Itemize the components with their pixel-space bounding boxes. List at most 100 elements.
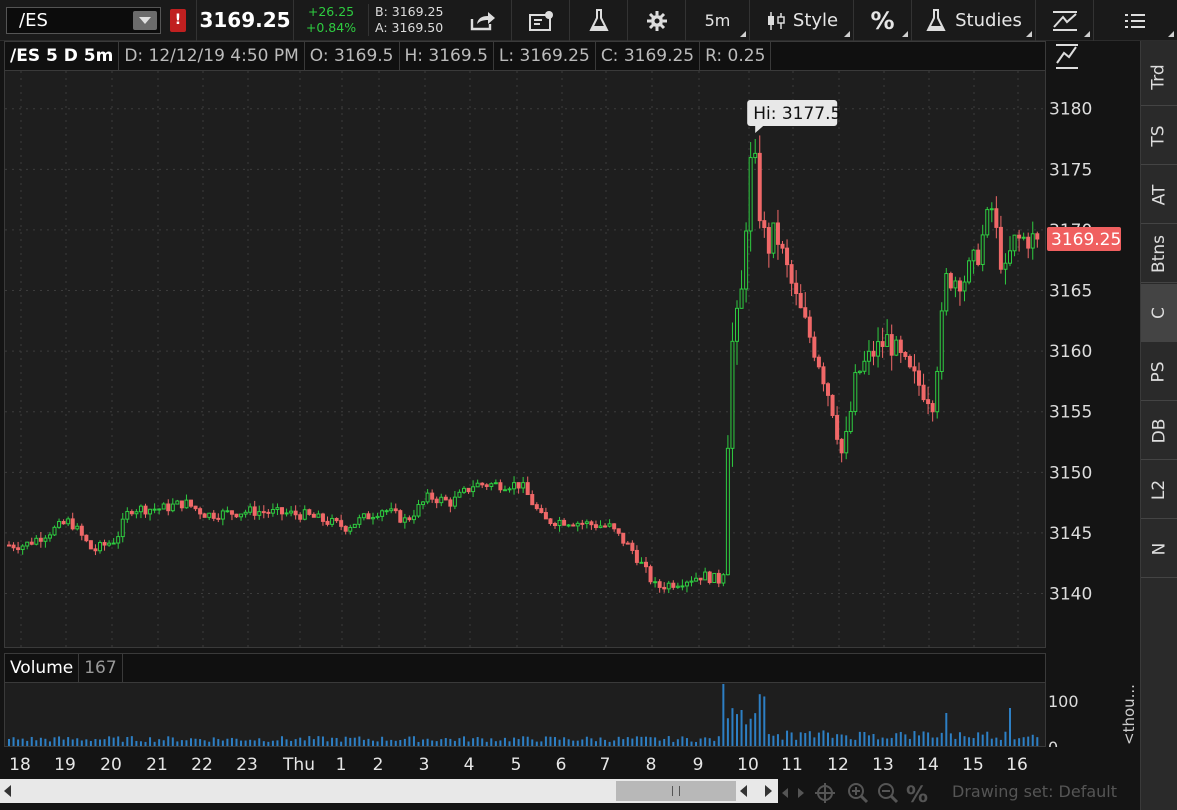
flask-icon <box>588 8 609 31</box>
symbol-value: /ES <box>19 10 48 31</box>
volume-bar <box>53 737 56 746</box>
alert-badge[interactable]: ! <box>170 9 186 32</box>
volume-bar <box>1036 737 1039 746</box>
volume-bar <box>431 740 434 746</box>
volume-bar <box>658 740 661 746</box>
studies-button[interactable]: Studies <box>912 0 1036 41</box>
right-panel-tab-ts[interactable]: TS <box>1141 107 1177 165</box>
volume-bar <box>71 739 74 746</box>
volume-bar <box>540 741 543 746</box>
drawings-button[interactable] <box>1036 0 1094 41</box>
volume-bar <box>221 740 224 746</box>
scroll-left-icon[interactable] <box>4 785 11 797</box>
chart-symbol[interactable]: /ES 5 D 5m <box>5 42 120 70</box>
candle <box>516 482 521 494</box>
volume-bar <box>717 736 720 746</box>
volume-bar <box>249 739 252 746</box>
price-axis[interactable]: 3140314531503155316031653170317531803169… <box>1046 71 1136 648</box>
zoom-in-icon[interactable] <box>848 783 869 804</box>
drawing-set-label[interactable]: Drawing set: Default <box>952 782 1117 801</box>
volume-bar <box>12 737 15 746</box>
volume-bar <box>849 739 852 746</box>
candle <box>580 519 585 530</box>
candle <box>912 354 917 384</box>
volume-bar <box>367 738 370 746</box>
volume-bar <box>203 740 206 746</box>
symbol-dropdown-button[interactable] <box>133 11 157 30</box>
volume-bar <box>558 739 561 746</box>
crosshair-icon[interactable] <box>815 783 835 803</box>
right-panel-tab-trd[interactable]: Trd <box>1141 48 1177 106</box>
volume-bar <box>58 736 61 746</box>
candle <box>398 509 403 524</box>
price-tick-label: 3165 <box>1049 282 1092 302</box>
volume-label[interactable]: Volume <box>5 654 80 682</box>
volume-bar <box>149 737 152 746</box>
percent-zoom-icon[interactable]: % <box>906 783 928 808</box>
percent-button[interactable]: % <box>854 0 912 41</box>
right-panel-tab-l2[interactable]: L2 <box>1141 461 1177 519</box>
strategy-flask-button[interactable] <box>570 0 628 41</box>
time-tick-label: 15 <box>962 755 984 775</box>
price-tick-label: 3140 <box>1049 585 1092 605</box>
right-panel-tab-ps[interactable]: PS <box>1141 343 1177 401</box>
time-tick-label: 7 <box>600 755 611 775</box>
quote-details-button[interactable] <box>512 0 570 41</box>
candle <box>880 327 885 358</box>
candle <box>471 480 476 498</box>
candle <box>434 496 439 509</box>
timeframe-button[interactable]: 5m <box>686 0 750 41</box>
volume-bar <box>795 739 798 746</box>
scroll-back-icon[interactable] <box>740 785 747 797</box>
style-button[interactable]: Style <box>750 0 854 41</box>
right-panel-tab-btns[interactable]: Btns <box>1141 225 1177 283</box>
volume-bar <box>490 738 493 746</box>
volume-bar <box>299 737 302 746</box>
chart-drawing-toggle-icon[interactable] <box>1054 43 1080 71</box>
volume-bar <box>804 733 807 746</box>
share-button[interactable] <box>454 0 512 41</box>
candle <box>926 386 931 415</box>
menu-button[interactable] <box>1094 0 1177 41</box>
right-panel-tab-n[interactable]: N <box>1141 520 1177 578</box>
volume-bar <box>676 739 679 746</box>
right-panel-tab-c[interactable]: C <box>1141 284 1177 342</box>
candle <box>170 498 175 513</box>
price-chart-pane[interactable]: Hi: 3177.5 <box>4 71 1046 648</box>
right-panel-tab-label: Trd <box>1149 63 1169 90</box>
candle <box>889 324 894 371</box>
time-axis[interactable]: 18 19 20 21 22 23 Thu 1 2 3 4 5 6 7 8 9 10 11 12 13 14 15 16 <box>0 748 1140 778</box>
volume-bar <box>722 684 725 746</box>
trading-app: /ES ! 3169.25 +26.25 +0.84% B: 3169.25 A… <box>0 0 1177 810</box>
volume-bar <box>353 737 356 746</box>
scroll-right-icon[interactable] <box>765 785 772 797</box>
candle <box>20 544 25 555</box>
right-panel-tab-label: C <box>1149 306 1169 319</box>
volume-bar <box>94 739 97 746</box>
price-axis-labels: 3140314531503155316031653170317531803169… <box>1047 100 1121 605</box>
candle <box>75 523 80 531</box>
time-tick-label: 3 <box>419 755 430 775</box>
candle <box>689 576 694 587</box>
scroll-thumb[interactable] <box>616 781 736 801</box>
candle <box>957 277 962 306</box>
right-panel-tab-db[interactable]: DB <box>1141 402 1177 460</box>
right-panel-tab-at[interactable]: AT <box>1141 166 1177 224</box>
volume-bar <box>349 737 352 746</box>
volume-pane[interactable] <box>4 683 1046 747</box>
candle <box>462 486 466 494</box>
pan-icon[interactable] <box>782 788 804 798</box>
volume-bar <box>26 740 29 746</box>
volume-bar <box>958 732 961 746</box>
zoom-out-icon[interactable] <box>878 783 899 804</box>
horizontal-scrollbar[interactable] <box>0 779 778 803</box>
volume-bar <box>695 741 698 746</box>
settings-button[interactable] <box>628 0 686 41</box>
candle <box>502 485 507 492</box>
symbol-input[interactable]: /ES <box>6 7 161 34</box>
candle <box>662 582 667 593</box>
time-tick-label: 5 <box>511 755 522 775</box>
candle <box>962 275 967 302</box>
candle <box>320 512 325 526</box>
last-price-tag-label: 3169.25 <box>1051 230 1121 250</box>
